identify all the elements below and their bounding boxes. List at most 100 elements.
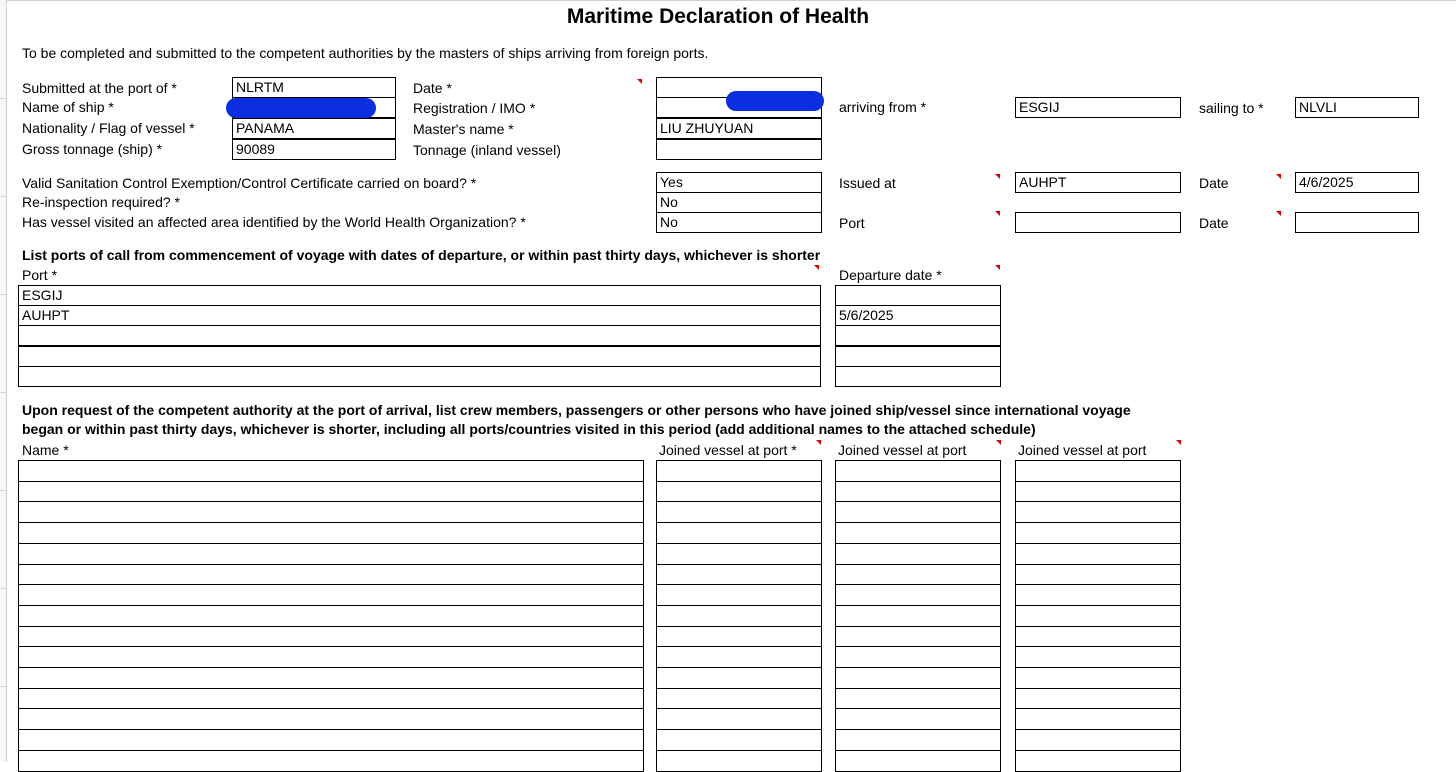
- joined-port-3-cell[interactable]: [1015, 481, 1181, 503]
- departure-cell[interactable]: [835, 325, 1001, 346]
- joined-port-2-cell[interactable]: [835, 646, 1001, 668]
- joined-port-2-cell[interactable]: [835, 460, 1001, 482]
- joined-port-1-cell[interactable]: [656, 605, 822, 627]
- label-affected-date: Date: [1199, 215, 1229, 231]
- joined-port-2-cell[interactable]: [835, 481, 1001, 503]
- joined-port-3-cell[interactable]: [1015, 626, 1181, 648]
- label-sailing-to: sailing to *: [1199, 100, 1264, 116]
- port-cell[interactable]: [18, 346, 821, 367]
- joined-port-3-cell[interactable]: [1015, 460, 1181, 482]
- label-nationality: Nationality / Flag of vessel *: [22, 120, 195, 136]
- joined-port-3-cell[interactable]: [1015, 750, 1181, 772]
- joined-port-2-cell[interactable]: [835, 708, 1001, 730]
- label-gross-tonnage: Gross tonnage (ship) *: [22, 141, 163, 157]
- crew-name-cell[interactable]: [18, 708, 644, 730]
- grid-top-line: [0, 0, 1456, 1]
- row-tick: [0, 98, 6, 99]
- crew-name-cell[interactable]: [18, 646, 644, 668]
- joined-port-1-cell[interactable]: [656, 646, 822, 668]
- joined-port-2-cell[interactable]: [835, 667, 1001, 689]
- joined-port-1-cell[interactable]: [656, 688, 822, 710]
- sailing-to-field[interactable]: NLVLI: [1295, 97, 1419, 118]
- joined-port-2-cell[interactable]: [835, 626, 1001, 648]
- joined-port-3-cell[interactable]: [1015, 564, 1181, 586]
- joined-port-2-cell[interactable]: [835, 729, 1001, 751]
- name-header: Name *: [22, 442, 69, 458]
- crew-name-cell[interactable]: [18, 584, 644, 606]
- crew-name-cell[interactable]: [18, 688, 644, 710]
- affected-date-field[interactable]: [1295, 212, 1419, 233]
- nationality-field[interactable]: PANAMA: [232, 118, 396, 139]
- port-cell[interactable]: [18, 366, 821, 387]
- departure-cell[interactable]: [835, 366, 1001, 387]
- crew-name-cell[interactable]: [18, 605, 644, 627]
- joined-port-1-cell[interactable]: [656, 729, 822, 751]
- joined-port-2-cell[interactable]: [835, 688, 1001, 710]
- joined-port-2-cell[interactable]: [835, 522, 1001, 544]
- crew-name-cell[interactable]: [18, 501, 644, 523]
- joined-port-1-cell[interactable]: [656, 667, 822, 689]
- arriving-from-field[interactable]: ESGIJ: [1015, 97, 1181, 118]
- comment-indicator-icon: [995, 174, 1000, 179]
- joined-port-2-cell[interactable]: [835, 605, 1001, 627]
- joined-port-1-cell[interactable]: [656, 501, 822, 523]
- gross-tonnage-field[interactable]: 90089: [232, 139, 396, 160]
- sanitation-field[interactable]: Yes: [656, 172, 822, 193]
- joined-port-2-cell[interactable]: [835, 564, 1001, 586]
- crew-name-cell[interactable]: [18, 626, 644, 648]
- joined-port-1-cell[interactable]: [656, 543, 822, 565]
- affected-port-field[interactable]: [1015, 212, 1181, 233]
- joined-port-1-cell[interactable]: [656, 708, 822, 730]
- port-cell[interactable]: [18, 325, 821, 346]
- joined-port-1-cell[interactable]: [656, 460, 822, 482]
- crew-name-cell[interactable]: [18, 564, 644, 586]
- joined-port-1-cell[interactable]: [656, 481, 822, 503]
- joined-port-3-cell[interactable]: [1015, 501, 1181, 523]
- redaction-mark: [726, 91, 824, 111]
- departure-cell[interactable]: [835, 285, 1001, 306]
- joined-port-2-cell[interactable]: [835, 750, 1001, 772]
- joined-port-1-cell[interactable]: [656, 564, 822, 586]
- label-affected-area: Has vessel visited an affected area iden…: [22, 214, 526, 230]
- issued-date-field[interactable]: 4/6/2025: [1295, 172, 1419, 193]
- departure-cell[interactable]: [835, 346, 1001, 367]
- joined-port-3-cell[interactable]: [1015, 522, 1181, 544]
- joined-port-3-cell[interactable]: [1015, 729, 1181, 751]
- joined-port-3-cell[interactable]: [1015, 646, 1181, 668]
- crew-heading-line1: Upon request of the competent authority …: [22, 402, 1131, 418]
- reinspection-field[interactable]: No: [656, 192, 822, 213]
- joined-header-2: Joined vessel at port: [838, 442, 967, 458]
- joined-port-2-cell[interactable]: [835, 584, 1001, 606]
- crew-name-cell[interactable]: [18, 522, 644, 544]
- departure-cell[interactable]: 5/6/2025: [835, 305, 1001, 326]
- crew-name-cell[interactable]: [18, 750, 644, 772]
- port-cell[interactable]: AUHPT: [18, 305, 821, 326]
- joined-port-3-cell[interactable]: [1015, 543, 1181, 565]
- submitted-port-field[interactable]: NLRTM: [232, 77, 396, 98]
- masters-name-field[interactable]: LIU ZHUYUAN: [656, 118, 822, 139]
- crew-name-cell[interactable]: [18, 481, 644, 503]
- joined-port-1-cell[interactable]: [656, 750, 822, 772]
- intro-text: To be completed and submitted to the com…: [22, 45, 709, 61]
- issued-at-field[interactable]: AUHPT: [1015, 172, 1181, 193]
- row-tick: [0, 392, 6, 393]
- joined-port-2-cell[interactable]: [835, 501, 1001, 523]
- joined-port-3-cell[interactable]: [1015, 667, 1181, 689]
- row-header-strip[interactable]: [0, 0, 7, 762]
- label-sanitation: Valid Sanitation Control Exemption/Contr…: [22, 175, 477, 191]
- joined-port-3-cell[interactable]: [1015, 708, 1181, 730]
- crew-name-cell[interactable]: [18, 667, 644, 689]
- joined-port-2-cell[interactable]: [835, 543, 1001, 565]
- joined-port-3-cell[interactable]: [1015, 605, 1181, 627]
- crew-name-cell[interactable]: [18, 543, 644, 565]
- affected-area-field[interactable]: No: [656, 212, 822, 233]
- joined-port-3-cell[interactable]: [1015, 688, 1181, 710]
- joined-port-1-cell[interactable]: [656, 626, 822, 648]
- tonnage-inland-field[interactable]: [656, 139, 822, 160]
- crew-name-cell[interactable]: [18, 729, 644, 751]
- joined-port-1-cell[interactable]: [656, 584, 822, 606]
- joined-port-1-cell[interactable]: [656, 522, 822, 544]
- joined-port-3-cell[interactable]: [1015, 584, 1181, 606]
- crew-name-cell[interactable]: [18, 460, 644, 482]
- port-cell[interactable]: ESGIJ: [18, 285, 821, 306]
